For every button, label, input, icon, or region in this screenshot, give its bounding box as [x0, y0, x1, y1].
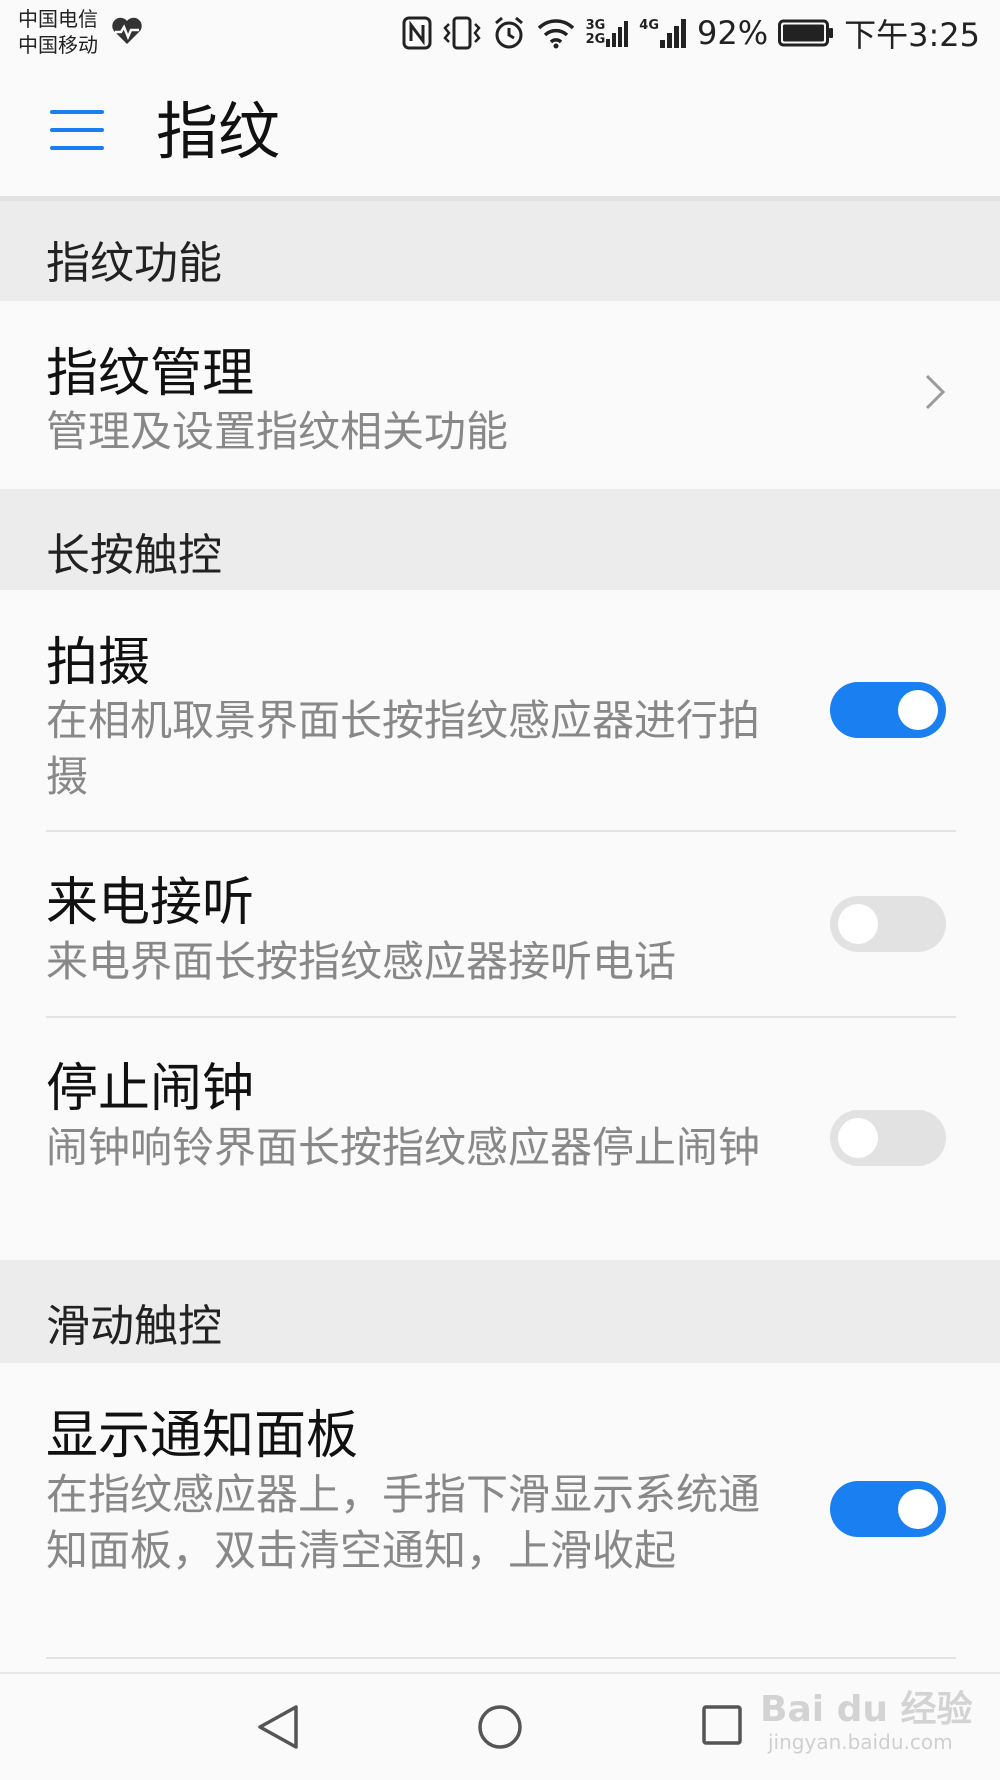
item-title: 拍摄: [46, 633, 151, 693]
battery-icon: [778, 19, 834, 47]
item-subtitle: 来电界面长按指纹感应器接听电话: [46, 937, 677, 986]
item-title: 显示通知面板: [46, 1406, 359, 1466]
network-type-1: 3G: [585, 18, 606, 33]
shoot-item[interactable]: 拍摄 在相机取景界面长按指纹感应器进行拍摄: [0, 590, 1000, 832]
nfc-icon: [402, 16, 432, 50]
network-dual: 3G 2G: [586, 19, 630, 47]
carrier-2: 中国移动: [18, 33, 98, 57]
page-title: 指纹: [156, 95, 281, 168]
item-title: 停止闹钟: [46, 1059, 255, 1119]
status-icons: 3G 2G 4G 92% 下午3:25: [402, 10, 980, 56]
app-bar: 指纹: [0, 66, 1000, 201]
divider: [46, 1657, 956, 1659]
home-icon[interactable]: [477, 1704, 523, 1750]
answer-call-item[interactable]: 来电接听 来电界面长按指纹感应器接听电话: [0, 832, 1000, 1018]
network-4g: 4G: [639, 18, 687, 48]
toggle-knob: [838, 904, 878, 944]
wifi-icon: [537, 19, 574, 49]
alarm-icon: [494, 16, 523, 49]
baidu-watermark: Bai du 经验 jingyan.baidu.com: [760, 1680, 973, 1754]
recents-icon[interactable]: [701, 1704, 743, 1746]
vibrate-icon: [442, 16, 481, 50]
signal-icon: [606, 21, 629, 47]
item-title: 指纹管理: [46, 344, 255, 404]
fingerprint-management-item[interactable]: 指纹管理 管理及设置指纹相关功能: [0, 301, 1000, 489]
signal-icon: [660, 19, 686, 48]
section-label: 滑动触控: [46, 1301, 222, 1352]
watermark-brand: Bai du 经验: [760, 1689, 973, 1730]
item-subtitle: 闹钟响铃界面长按指纹感应器停止闹钟: [46, 1123, 761, 1172]
item-subtitle: 管理及设置指纹相关功能: [46, 407, 509, 456]
chevron-right-icon: [925, 374, 946, 410]
item-subtitle: 在相机取景界面长按指纹感应器进行拍摄: [46, 696, 761, 801]
clock: 下午3:25: [844, 16, 980, 54]
hamburger-menu-icon[interactable]: [50, 110, 104, 152]
item-title: 来电接听: [46, 873, 255, 933]
stop-alarm-toggle[interactable]: [830, 1110, 946, 1166]
shoot-toggle[interactable]: [830, 682, 946, 738]
back-icon[interactable]: [256, 1704, 300, 1750]
network-type-3: 4G: [639, 18, 659, 33]
carrier-info: 中国电信 中国移动: [18, 6, 98, 58]
heart-rate-icon: [112, 17, 142, 44]
status-bar: 中国电信 中国移动 3G 2G 4G 92% 下午3:25: [0, 0, 1000, 66]
toggle-knob: [838, 1118, 878, 1158]
watermark-url: jingyan.baidu.com: [768, 1730, 953, 1754]
battery-percent: 92%: [697, 14, 769, 52]
section-label: 指纹功能: [46, 238, 222, 289]
section-header-long-press: 长按触控: [0, 489, 1000, 590]
section-label: 长按触控: [46, 530, 222, 581]
network-type-2: 2G: [585, 32, 606, 47]
section-header-slide: 滑动触控: [0, 1260, 1000, 1363]
section-header-fingerprint: 指纹功能: [0, 201, 1000, 301]
answer-call-toggle[interactable]: [830, 896, 946, 952]
show-notification-panel-item[interactable]: 显示通知面板 在指纹感应器上，手指下滑显示系统通知面板，双击清空通知，上滑收起: [0, 1363, 1000, 1672]
toggle-knob: [898, 1489, 938, 1529]
item-subtitle: 在指纹感应器上，手指下滑显示系统通知面板，双击清空通知，上滑收起: [46, 1470, 761, 1575]
stop-alarm-item[interactable]: 停止闹钟 闹钟响铃界面长按指纹感应器停止闹钟: [0, 1018, 1000, 1260]
navigation-bar: Bai du 经验 jingyan.baidu.com: [0, 1672, 1000, 1780]
show-panel-toggle[interactable]: [830, 1481, 946, 1537]
carrier-1: 中国电信: [18, 7, 98, 31]
toggle-knob: [898, 690, 938, 730]
